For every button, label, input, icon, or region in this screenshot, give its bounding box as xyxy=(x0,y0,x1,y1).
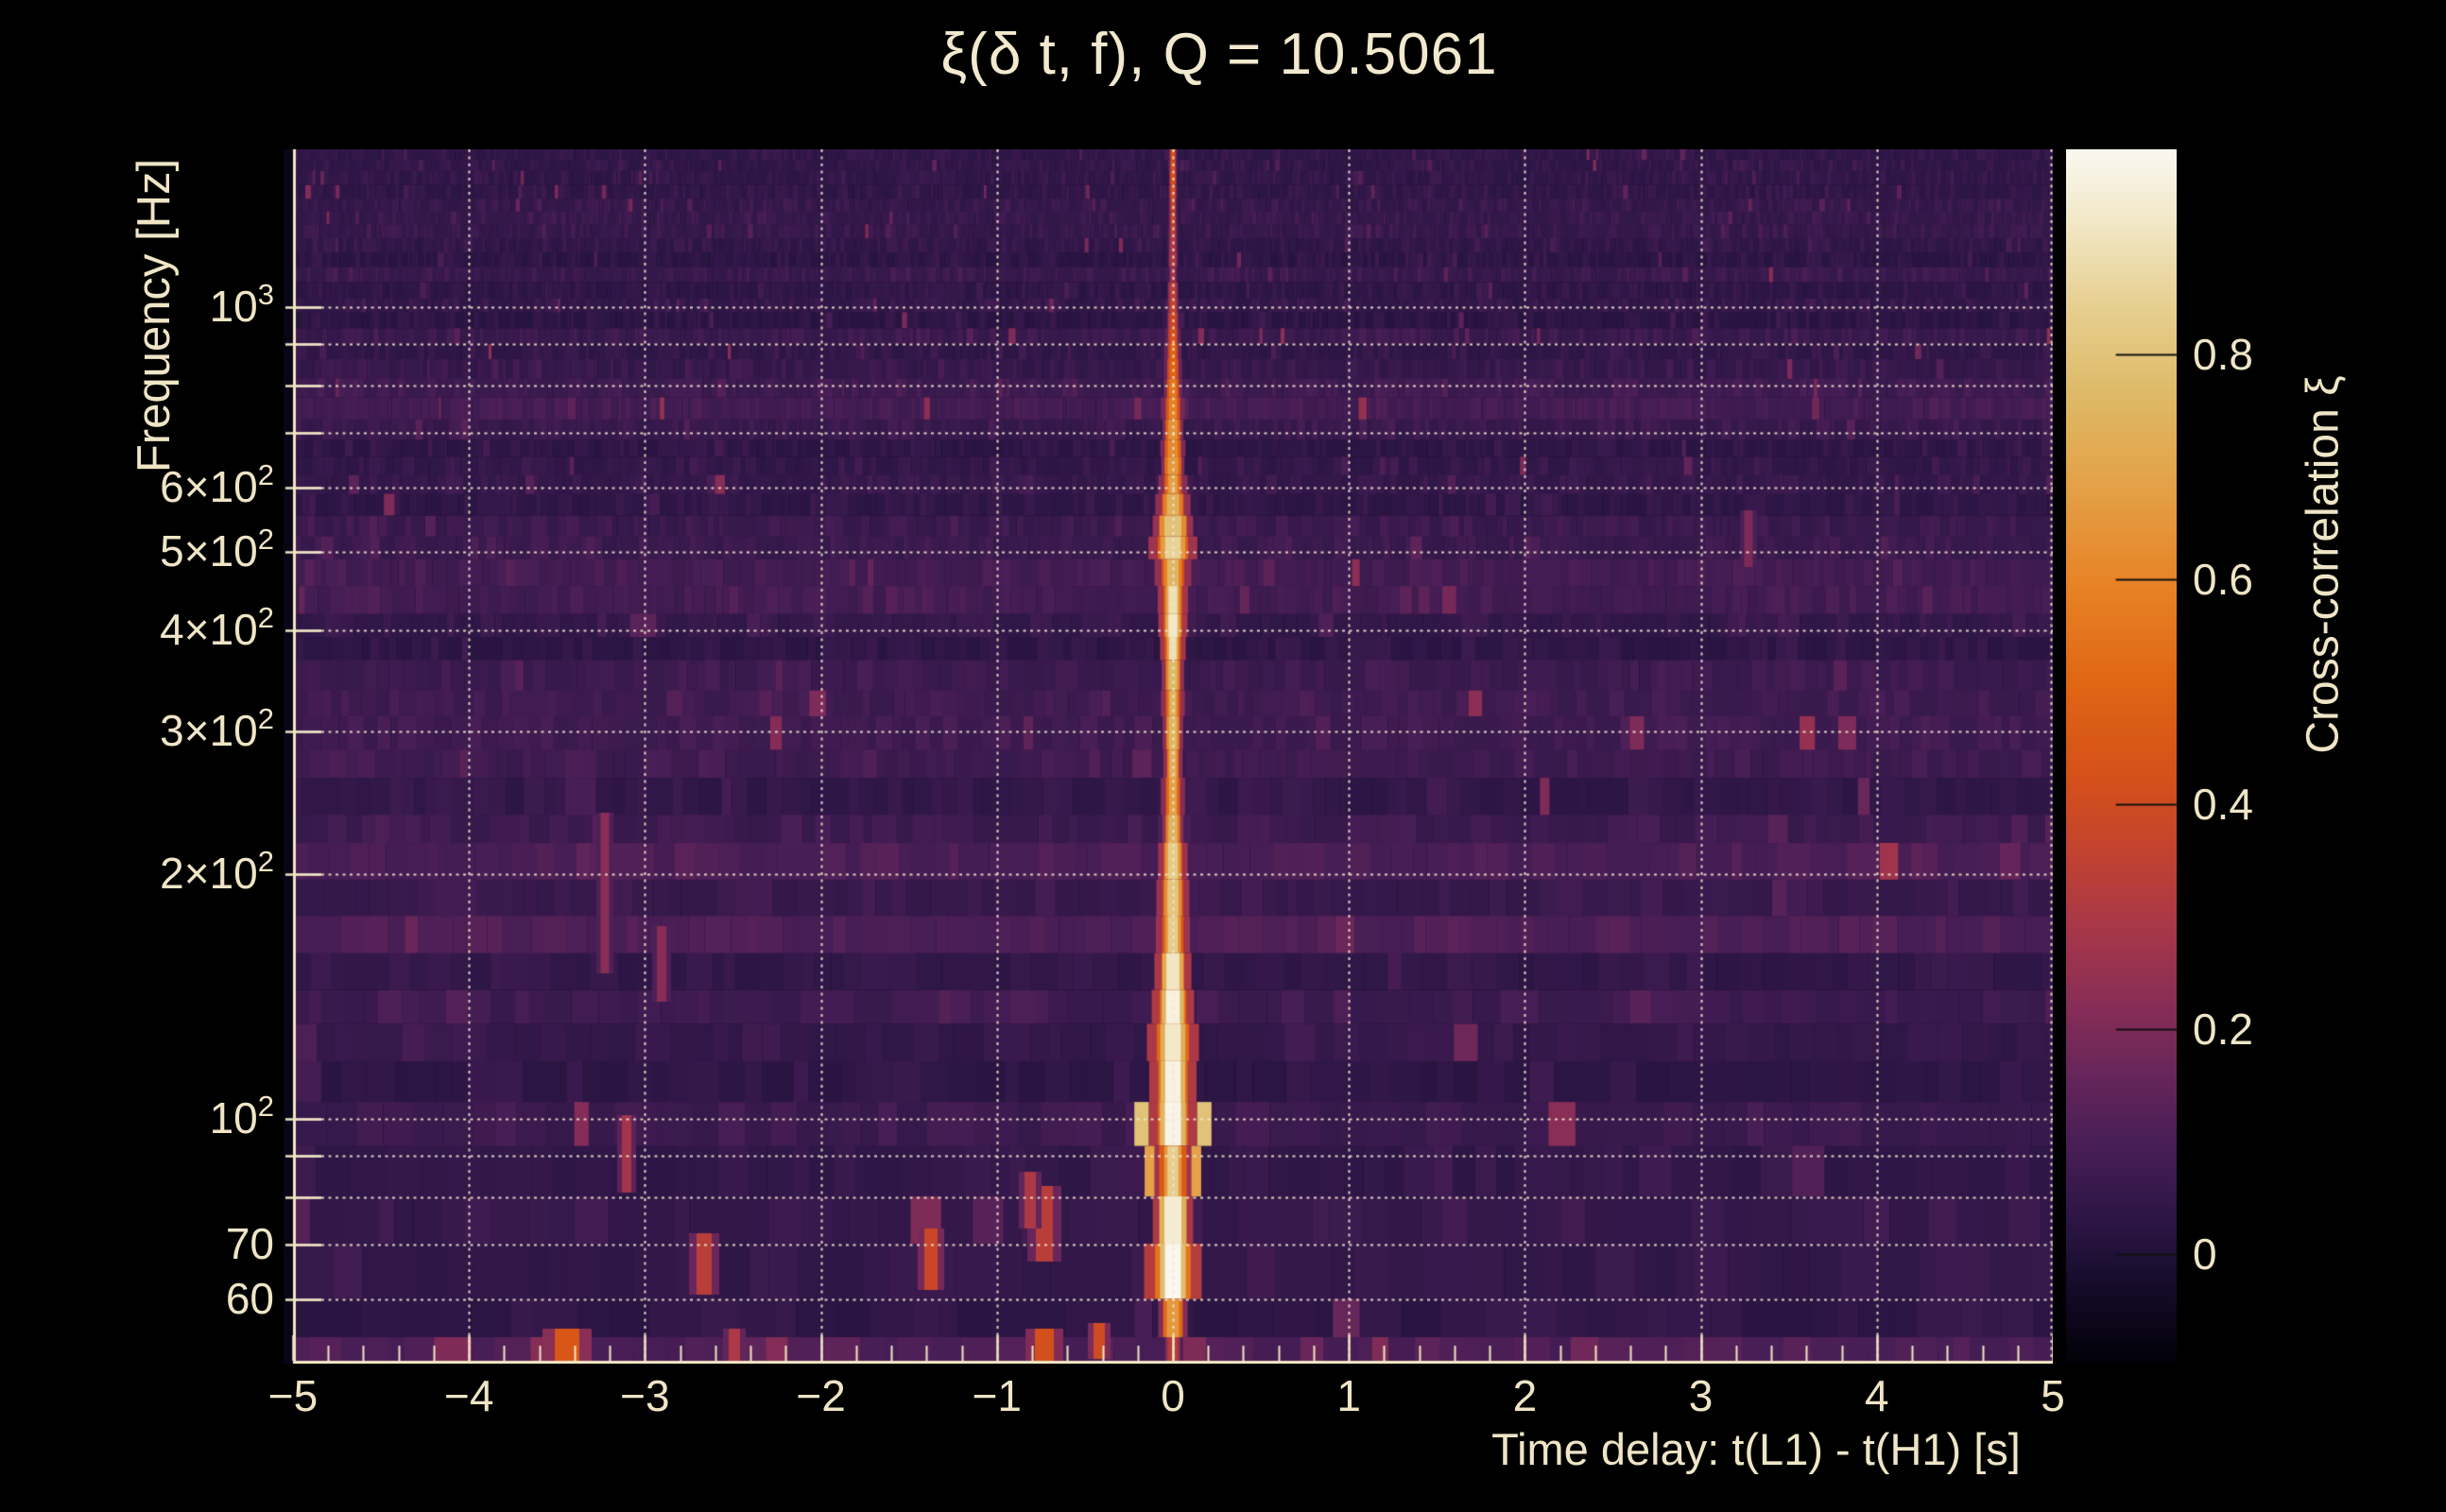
x-tick-label: 1 xyxy=(1336,1371,1361,1420)
y-tick-label: 4×102 xyxy=(160,600,274,654)
x-tick-label: 0 xyxy=(1161,1371,1185,1420)
y-tick-label: 102 xyxy=(209,1090,274,1143)
y-tick-label: 2×102 xyxy=(160,845,274,899)
cross-correlation-figure: ξ(δ t, f), Q = 10.5061 Frequency [Hz] 10… xyxy=(0,0,2446,1512)
x-tick-label: −2 xyxy=(796,1371,846,1420)
x-tick-label: −1 xyxy=(972,1371,1023,1420)
y-tick-label: 6×102 xyxy=(160,457,274,511)
colorbar-tick-label: 0 xyxy=(2193,1229,2217,1279)
y-axis-title: Frequency [Hz] xyxy=(129,158,180,473)
y-tick-label: 3×102 xyxy=(160,702,274,756)
y-tick-label: 70 xyxy=(225,1219,274,1269)
y-tick-label: 5×102 xyxy=(160,522,274,576)
heatmap-plot-area xyxy=(284,149,2053,1364)
chart-title: ξ(δ t, f), Q = 10.5061 xyxy=(940,22,1498,87)
colorbar-title: Cross-correlation ξ xyxy=(2298,375,2349,754)
x-tick-label: −3 xyxy=(620,1371,670,1420)
y-tick-label: 60 xyxy=(225,1273,274,1323)
x-axis-title: Time delay: t(L1) - t(H1) [s] xyxy=(1491,1424,2021,1474)
x-tick-label: 2 xyxy=(1512,1371,1538,1420)
x-tick-label: 4 xyxy=(1865,1371,1889,1420)
x-tick-label: 3 xyxy=(1688,1371,1714,1420)
colorbar xyxy=(2066,149,2177,1364)
x-tick-label: −4 xyxy=(443,1371,494,1420)
y-tick-label: 103 xyxy=(209,278,274,331)
x-tick-label: −5 xyxy=(267,1371,319,1420)
x-tick-label: 5 xyxy=(2041,1371,2065,1420)
